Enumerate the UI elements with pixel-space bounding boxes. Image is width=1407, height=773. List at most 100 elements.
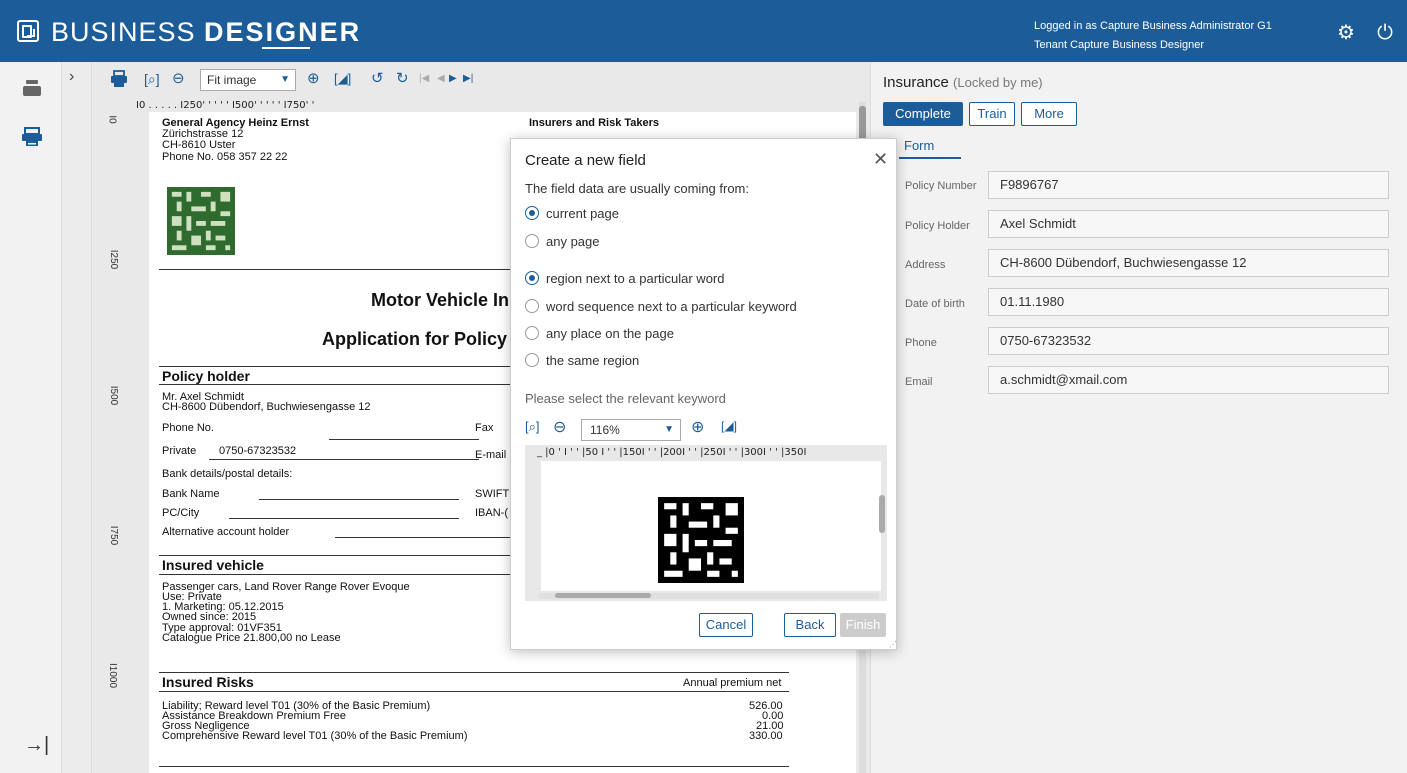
zoom-in-icon[interactable]: ⊕: [307, 69, 320, 89]
collapse-rail-icon[interactable]: →|: [24, 734, 49, 757]
radio-current-page[interactable]: current page: [525, 205, 619, 223]
radio-selected-icon: [525, 271, 539, 285]
policy-holder-field[interactable]: Axel Schmidt: [988, 210, 1389, 238]
phone-field[interactable]: 0750-67323532: [988, 327, 1389, 355]
datamatrix-barcode: [167, 187, 235, 255]
divider: [159, 366, 529, 367]
next-page-icon[interactable]: ▶: [449, 69, 457, 89]
zoom-out-icon[interactable]: ⊖: [172, 69, 185, 89]
scrollbar-thumb[interactable]: [555, 593, 651, 598]
prev-page-icon[interactable]: ◀: [437, 69, 445, 89]
doc-title-2: Application for Policy: [322, 329, 508, 349]
radio-word-sequence[interactable]: word sequence next to a particular keywo…: [525, 298, 797, 316]
horizontal-ruler: I0 . . . . . I250' ' ' ' ' I500' ' ' ' '…: [136, 100, 315, 111]
preview-hscroll[interactable]: [539, 593, 879, 599]
ruler-mark: I250: [108, 249, 120, 270]
finish-button[interactable]: Finish: [840, 613, 886, 637]
underline: [259, 499, 459, 500]
more-button[interactable]: More: [1021, 102, 1077, 126]
radio-empty-icon: [525, 353, 539, 367]
cancel-button[interactable]: Cancel: [699, 613, 753, 637]
preview-toolbar: [⌕] ⊖ 116% ▼ ⊕ [◢]: [525, 419, 885, 441]
stack-icon[interactable]: [21, 76, 43, 98]
address-field[interactable]: CH-8600 Dübendorf, Buchwiesengasse 12: [988, 249, 1389, 277]
expand-strip: ›: [62, 62, 92, 773]
login-tenant: Tenant Capture Business Designer: [1034, 39, 1204, 51]
private-value: 0750-67323532: [219, 445, 297, 457]
power-icon[interactable]: ⏻: [1374, 22, 1396, 44]
radio-any-place[interactable]: any place on the page: [525, 325, 674, 343]
document-viewer-icon[interactable]: [21, 126, 43, 148]
keyword-preview[interactable]: _ |0 ' I ' ' |50 I ' ' |150I ' ' |200I '…: [525, 445, 887, 601]
zoom-in-icon[interactable]: ⊕: [691, 417, 704, 437]
policy-number-field[interactable]: F9896767: [988, 171, 1389, 199]
radio-any-page[interactable]: any page: [525, 233, 600, 251]
first-page-icon[interactable]: |◀: [419, 69, 429, 89]
preview-zoom-select[interactable]: 116% ▼: [581, 419, 681, 441]
holder-address: CH-8600 Dübendorf, Buchwiesengasse 12: [162, 401, 371, 413]
tab-indicator: [899, 157, 961, 159]
alt-holder-label: Alternative account holder: [162, 526, 290, 538]
private-label: Private: [162, 445, 197, 457]
document-type: Insurance: [883, 74, 949, 91]
keyword-hint: Please select the relevant keyword: [525, 391, 726, 406]
fit-image-icon[interactable]: [◢]: [334, 69, 351, 89]
back-button[interactable]: Back: [784, 613, 836, 637]
underline: [335, 537, 529, 538]
ruler-mark: I0: [106, 115, 118, 124]
underline: [229, 518, 459, 519]
tab-form[interactable]: Form: [904, 138, 934, 153]
insured-risks-heading: Insured Risks: [162, 674, 254, 690]
rotate-right-icon[interactable]: ↻: [396, 69, 409, 89]
radio-empty-icon: [525, 299, 539, 313]
zoom-region-icon[interactable]: [⌕]: [144, 69, 160, 89]
radio-empty-icon: [525, 326, 539, 340]
viewer-toolbar: [⌕] ⊖ Fit image ▼ ⊕ [◢] ↺ ↻ |◀ ◀ ▶ ▶|: [92, 62, 870, 98]
ruler-mark: I750: [108, 525, 120, 546]
last-page-icon[interactable]: ▶|: [463, 69, 473, 89]
divider: [159, 384, 529, 385]
datamatrix-preview: [658, 497, 744, 583]
train-button[interactable]: Train: [969, 102, 1015, 126]
divider: [159, 574, 529, 575]
radio-region-next-to-word[interactable]: region next to a particular word: [525, 270, 724, 288]
risk-value: 330.00: [749, 730, 783, 742]
create-field-dialog: Create a new field ✕ The field data are …: [510, 138, 897, 650]
vehicle-line: Catalogue Price 21.800,00 no Lease: [162, 632, 341, 644]
zoom-out-icon[interactable]: ⊖: [553, 417, 566, 437]
radio-label: the same region: [546, 353, 640, 368]
radio-selected-icon: [525, 206, 539, 220]
brand-underline: [262, 47, 310, 49]
source-prompt: The field data are usually coming from:: [525, 181, 749, 196]
divider: [159, 555, 529, 556]
radio-empty-icon: [525, 234, 539, 248]
email-field[interactable]: a.schmidt@xmail.com: [988, 366, 1389, 394]
left-rail: →|: [0, 62, 62, 773]
radio-label: word sequence next to a particular keywo…: [546, 299, 797, 314]
resize-grip-icon[interactable]: ⋰: [889, 640, 897, 649]
login-info: Logged in as Capture Business Administra…: [1034, 17, 1272, 55]
gear-icon[interactable]: ⚙: [1335, 22, 1357, 44]
zoom-select[interactable]: Fit image ▼: [200, 69, 296, 91]
print-icon[interactable]: [110, 69, 128, 89]
preview-canvas[interactable]: [541, 461, 881, 591]
zoom-select-value: Fit image: [207, 73, 257, 87]
radio-same-region[interactable]: the same region: [525, 352, 639, 370]
complete-button[interactable]: Complete: [883, 102, 963, 126]
risk-name: Comprehensive Reward level T01 (30% of t…: [162, 730, 468, 742]
chevron-right-icon[interactable]: ›: [69, 68, 74, 86]
ruler-mark: I1000: [107, 662, 119, 689]
zoom-region-icon[interactable]: [⌕]: [525, 419, 540, 435]
field-label: Address: [905, 259, 946, 271]
date-of-birth-field[interactable]: 01.11.1980: [988, 288, 1389, 316]
scrollbar-thumb[interactable]: [879, 495, 885, 533]
radio-label: any page: [546, 234, 600, 249]
preview-ruler: _ |0 ' I ' ' |50 I ' ' |150I ' ' |200I '…: [537, 447, 807, 458]
fit-image-icon[interactable]: [◢]: [721, 419, 737, 433]
close-icon[interactable]: ✕: [873, 149, 888, 170]
agency-city: CH-8610 Uster: [162, 139, 236, 151]
preview-vscroll[interactable]: [879, 465, 885, 585]
pc-city-label: PC/City: [162, 507, 200, 519]
app-logo-icon: [17, 20, 39, 42]
rotate-left-icon[interactable]: ↺: [371, 69, 384, 89]
